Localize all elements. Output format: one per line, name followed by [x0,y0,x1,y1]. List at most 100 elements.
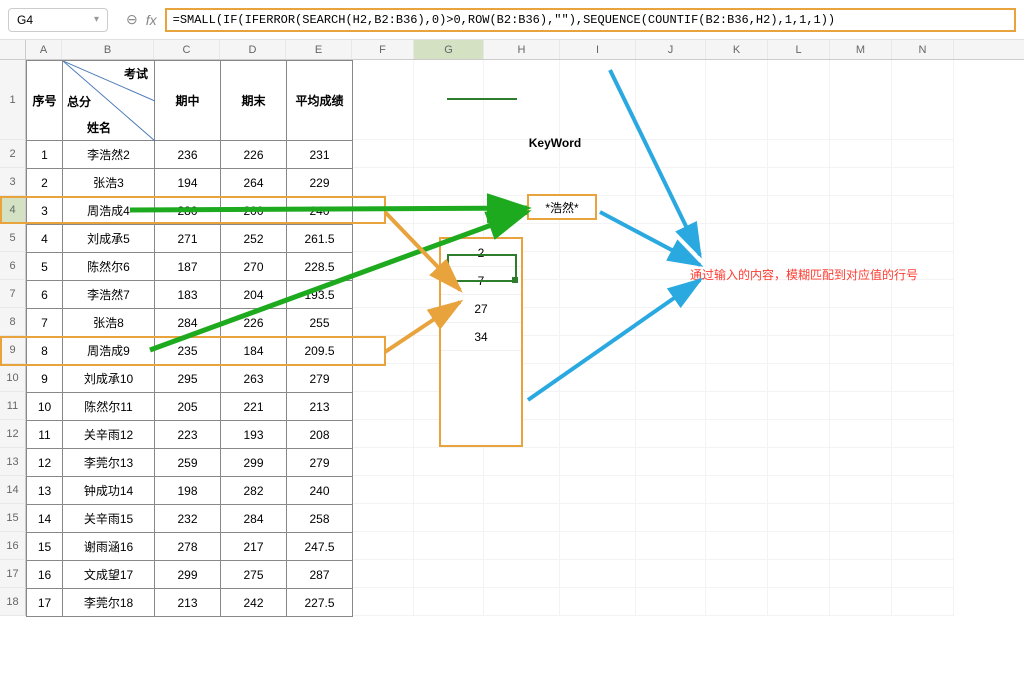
row-header[interactable]: 17 [0,560,26,588]
row-header[interactable]: 11 [0,392,26,420]
table-cell[interactable]: 208 [287,421,353,449]
table-cell[interactable]: 200 [221,197,287,225]
column-header[interactable]: A [26,40,62,59]
table-cell[interactable]: 张浩8 [63,309,155,337]
table-cell[interactable]: 232 [155,505,221,533]
table-cell[interactable]: 陈然尔6 [63,253,155,281]
table-cell[interactable]: 7 [27,309,63,337]
table-cell[interactable]: 李莞尔13 [63,449,155,477]
result-cell[interactable]: 34 [441,323,521,351]
table-cell[interactable]: 刘成承5 [63,225,155,253]
table-cell[interactable]: 236 [155,141,221,169]
table-cell[interactable]: 李莞尔18 [63,589,155,617]
column-header[interactable]: G [414,40,484,59]
row-header[interactable]: 9 [0,336,26,364]
table-cell[interactable]: 4 [27,225,63,253]
cell-reference-input[interactable]: G4 ▾ [8,8,108,32]
table-cell[interactable]: 228.5 [287,253,353,281]
table-cell[interactable]: 2 [27,169,63,197]
keyword-cell[interactable]: *浩然* [527,194,597,220]
table-cell[interactable]: 谢雨涵16 [63,533,155,561]
table-cell[interactable]: 184 [221,337,287,365]
column-header[interactable]: F [352,40,414,59]
table-cell[interactable]: 242 [221,589,287,617]
table-cell[interactable]: 187 [155,253,221,281]
table-cell[interactable]: 204 [221,281,287,309]
row-header[interactable]: 7 [0,280,26,308]
table-cell[interactable]: 255 [287,309,353,337]
table-cell[interactable]: 13 [27,477,63,505]
table-cell[interactable]: 11 [27,421,63,449]
table-cell[interactable]: 270 [221,253,287,281]
table-cell[interactable]: 213 [287,393,353,421]
table-cell[interactable]: 李浩然7 [63,281,155,309]
table-cell[interactable]: 282 [221,477,287,505]
table-cell[interactable]: 284 [221,505,287,533]
result-cell[interactable]: 27 [441,295,521,323]
table-cell[interactable]: 9 [27,365,63,393]
table-cell[interactable]: 299 [221,449,287,477]
table-cell[interactable]: 261.5 [287,225,353,253]
result-cell[interactable]: 7 [441,267,521,295]
row-header[interactable]: 14 [0,476,26,504]
row-header[interactable]: 5 [0,224,26,252]
table-cell[interactable]: 229 [287,169,353,197]
table-cell[interactable]: 关辛雨12 [63,421,155,449]
table-cell[interactable]: 12 [27,449,63,477]
table-cell[interactable]: 周浩成9 [63,337,155,365]
formula-input[interactable]: =SMALL(IF(IFERROR(SEARCH(H2,B2:B36),0)>0… [165,8,1016,32]
column-header[interactable]: E [286,40,352,59]
cancel-icon[interactable]: ⊖ [126,11,138,28]
table-cell[interactable]: 关辛雨15 [63,505,155,533]
table-cell[interactable]: 295 [155,365,221,393]
table-cell[interactable]: 259 [155,449,221,477]
table-cell[interactable]: 279 [287,365,353,393]
spreadsheet-grid[interactable]: ABCDEFGHIJKLMN 1234567891011121314151617… [0,40,1024,616]
table-cell[interactable]: 271 [155,225,221,253]
table-cell[interactable]: 247.5 [287,533,353,561]
table-cell[interactable]: 5 [27,253,63,281]
result-cell-empty[interactable] [441,351,521,445]
table-cell[interactable]: 16 [27,561,63,589]
table-cell[interactable]: 240 [287,477,353,505]
row-header[interactable]: 4 [0,196,26,224]
table-cell[interactable]: 10 [27,393,63,421]
table-cell[interactable]: 15 [27,533,63,561]
table-cell[interactable]: 287 [287,561,353,589]
table-cell[interactable]: 226 [221,141,287,169]
column-header[interactable]: C [154,40,220,59]
table-cell[interactable]: 刘成承10 [63,365,155,393]
table-cell[interactable]: 李浩然2 [63,141,155,169]
table-cell[interactable]: 205 [155,393,221,421]
row-header[interactable]: 12 [0,420,26,448]
table-cell[interactable]: 8 [27,337,63,365]
row-header[interactable]: 2 [0,140,26,168]
table-cell[interactable]: 252 [221,225,287,253]
row-header[interactable]: 10 [0,364,26,392]
table-cell[interactable]: 194 [155,169,221,197]
row-header[interactable]: 13 [0,448,26,476]
table-cell[interactable]: 17 [27,589,63,617]
column-header[interactable]: H [484,40,560,59]
column-header[interactable]: M [830,40,892,59]
table-cell[interactable]: 陈然尔11 [63,393,155,421]
column-header[interactable]: D [220,40,286,59]
row-header[interactable]: 6 [0,252,26,280]
table-cell[interactable]: 221 [221,393,287,421]
result-cell[interactable]: 2 [441,239,521,267]
table-cell[interactable]: 3 [27,197,63,225]
table-cell[interactable]: 213 [155,589,221,617]
table-cell[interactable]: 258 [287,505,353,533]
table-cell[interactable]: 223 [155,421,221,449]
table-cell[interactable]: 217 [221,533,287,561]
table-cell[interactable]: 钟成功14 [63,477,155,505]
table-cell[interactable]: 280 [155,197,221,225]
table-cell[interactable]: 227.5 [287,589,353,617]
table-cell[interactable]: 279 [287,449,353,477]
table-cell[interactable]: 278 [155,533,221,561]
row-header[interactable]: 16 [0,532,26,560]
table-cell[interactable]: 209.5 [287,337,353,365]
table-cell[interactable]: 193 [221,421,287,449]
table-cell[interactable]: 张浩3 [63,169,155,197]
table-cell[interactable]: 6 [27,281,63,309]
